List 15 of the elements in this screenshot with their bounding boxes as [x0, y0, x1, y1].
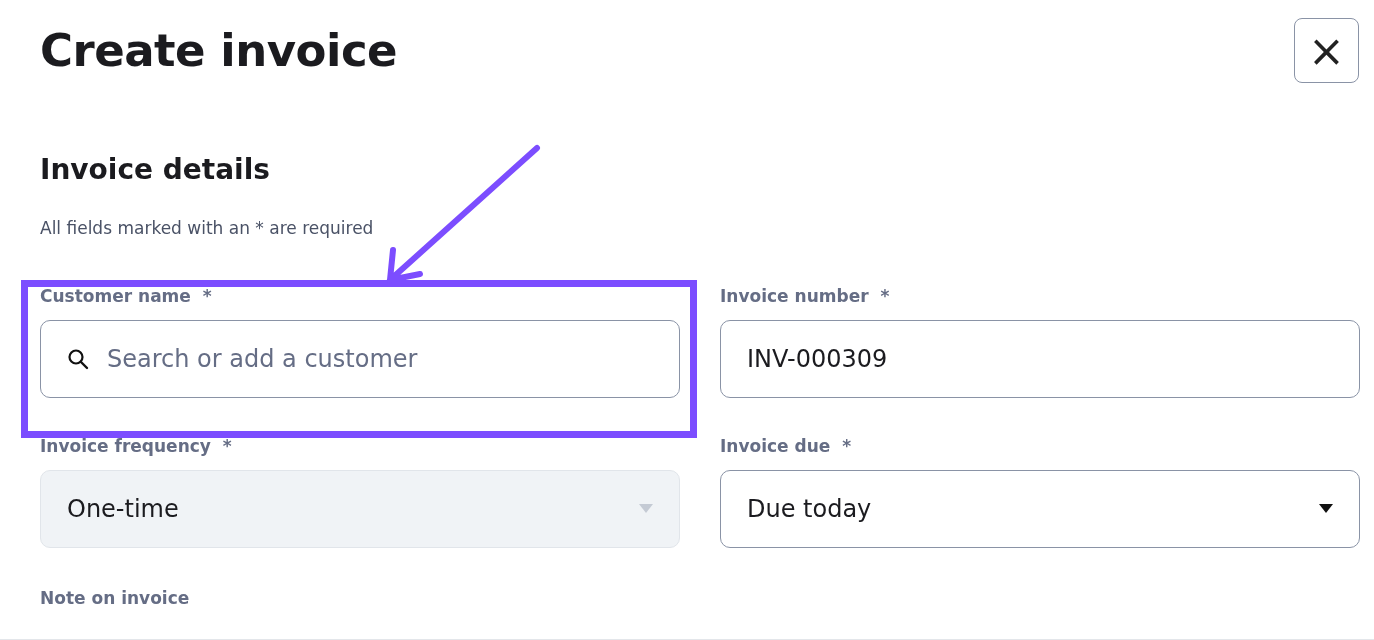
required-hint: All fields marked with an * are required [40, 218, 375, 238]
search-icon [66, 346, 90, 371]
search-field[interactable]: Search or add a customer [40, 319, 680, 398]
section-heading: Invoice details [40, 153, 271, 186]
field-label: Customer name * [40, 288, 213, 306]
page-title: Create invoice [40, 24, 398, 77]
input-field[interactable]: INV-000309 [720, 319, 1360, 398]
field-label: Note on invoice [40, 587, 191, 608]
close-button[interactable]: × [1294, 18, 1359, 83]
field-label: Invoice due * [720, 437, 853, 456]
caret-icon [639, 504, 653, 514]
caret-icon [1319, 504, 1333, 514]
dropdown[interactable]: Due today [720, 469, 1360, 548]
field-label: Invoice number * [720, 288, 891, 306]
field-label: Invoice frequency * [40, 437, 233, 456]
